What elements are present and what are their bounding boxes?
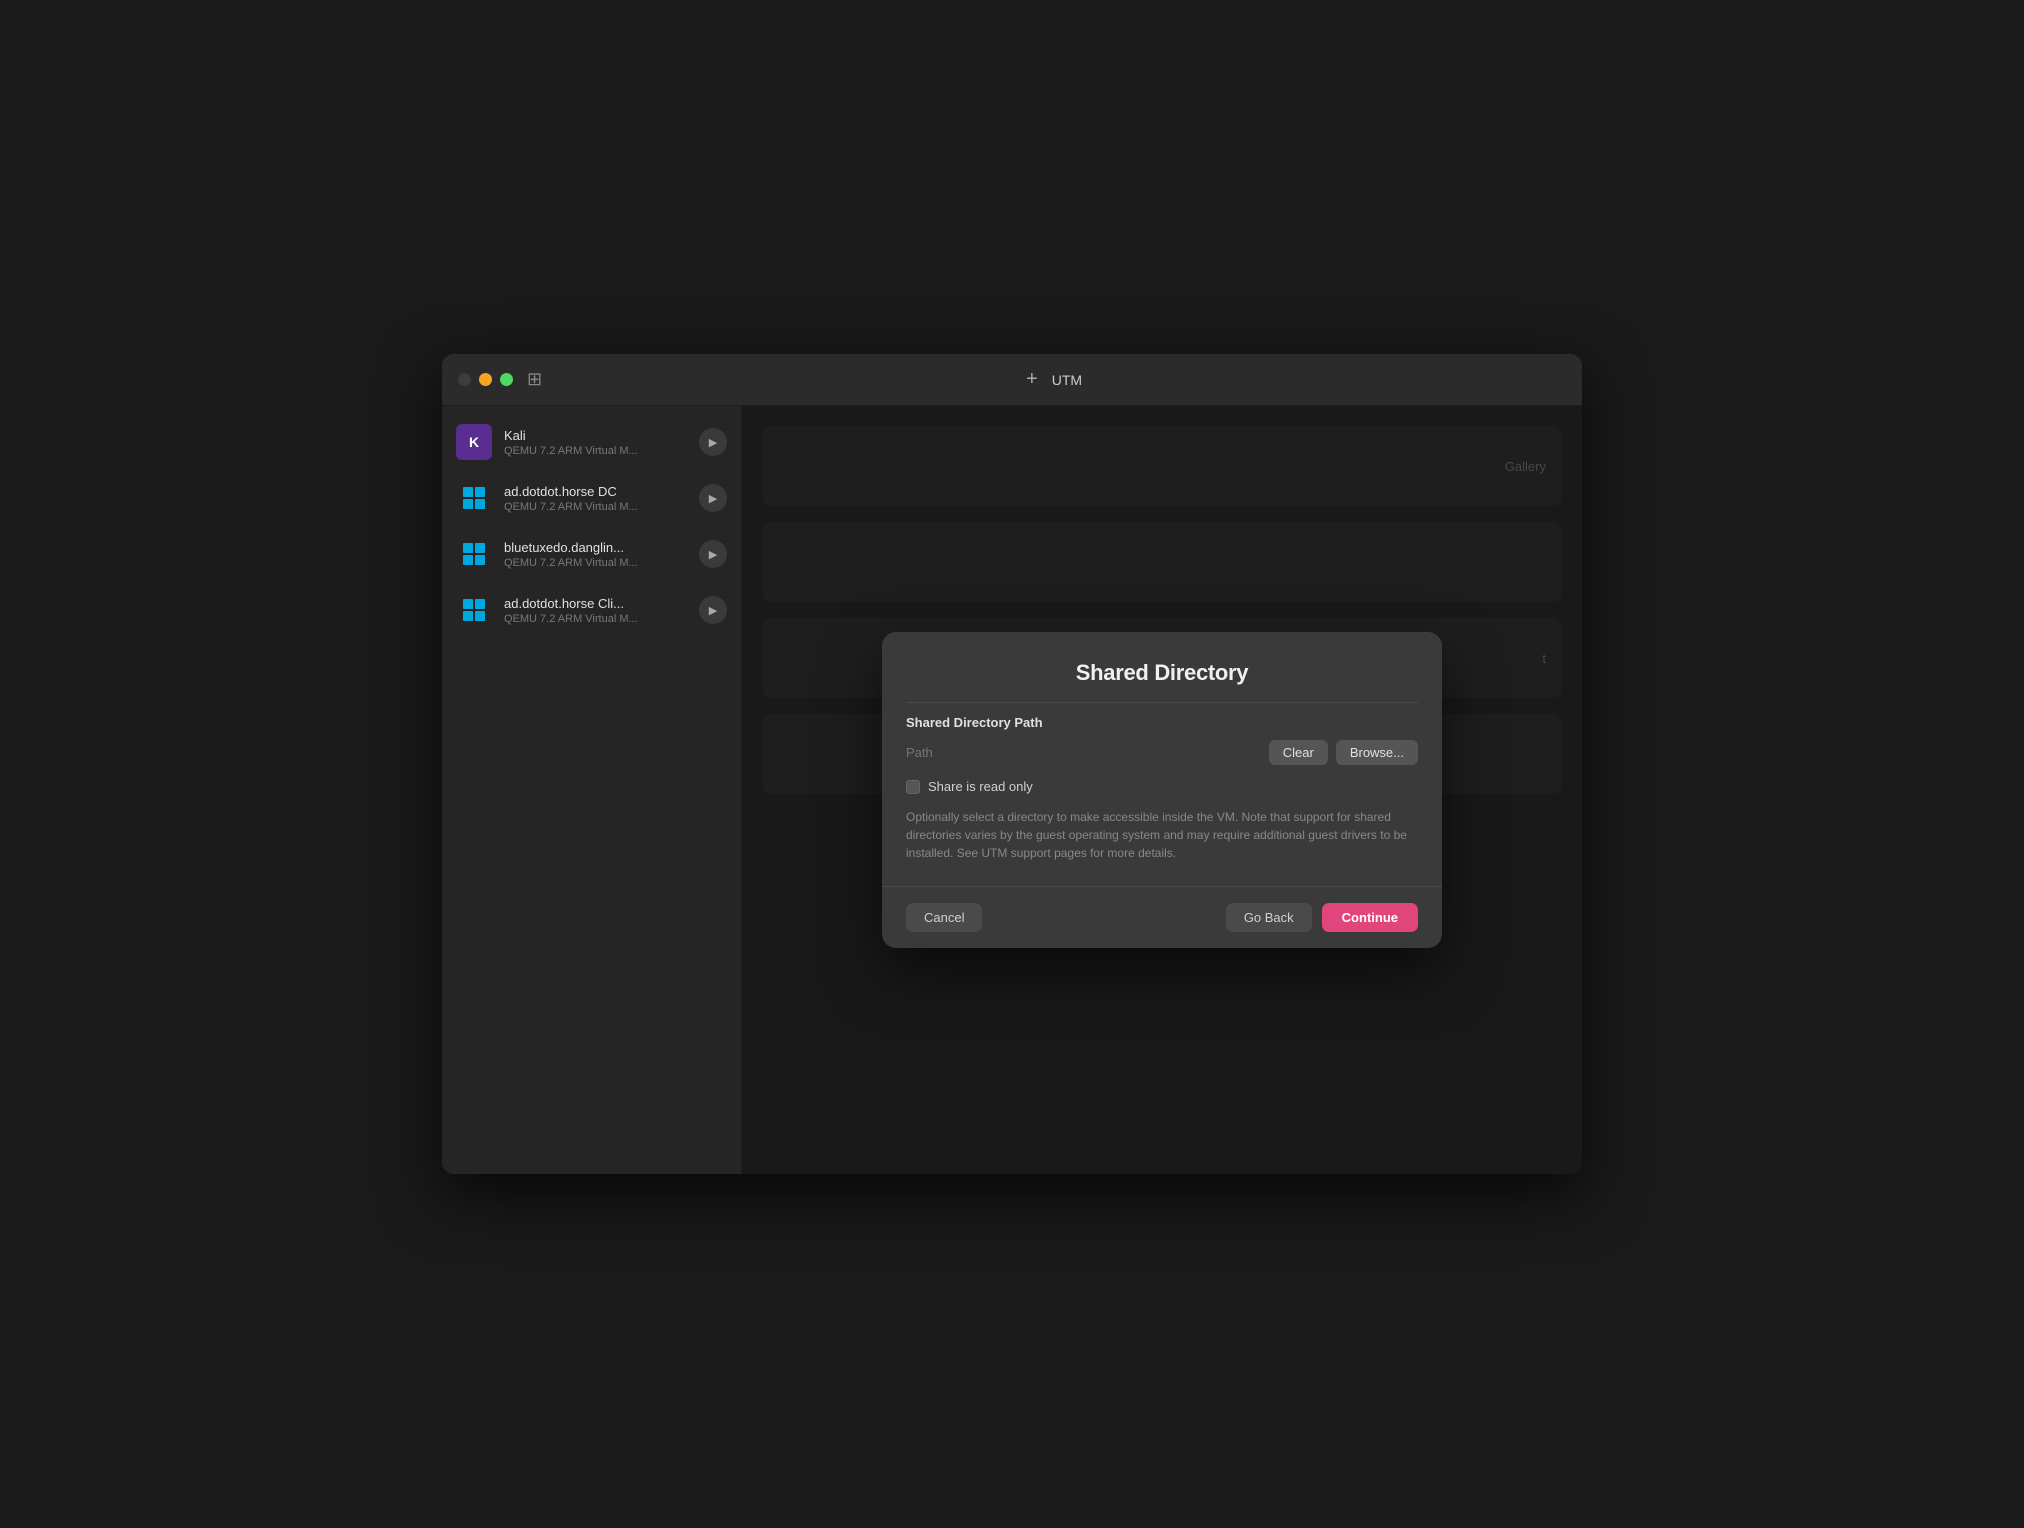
section-label: Shared Directory Path: [906, 702, 1418, 740]
vm-play-cli[interactable]: ▶: [699, 596, 727, 624]
close-button[interactable]: [458, 373, 471, 386]
clear-button[interactable]: Clear: [1269, 740, 1328, 765]
vm-name: bluetuxedo.danglin...: [504, 540, 687, 555]
checkbox-row: Share is read only: [906, 779, 1418, 794]
footer-right: Go Back Continue: [1226, 903, 1418, 932]
go-back-button[interactable]: Go Back: [1226, 903, 1312, 932]
windows-icon-bluetuxedo: [456, 536, 492, 572]
modal-overlay: Shared Directory Shared Directory Path C…: [742, 406, 1582, 1174]
vm-play-kali[interactable]: ▶: [699, 428, 727, 456]
sidebar-toggle-icon[interactable]: ⊞: [527, 369, 542, 390]
vm-name: Kali: [504, 428, 687, 443]
kali-icon: K: [456, 424, 492, 460]
main-layout: K Kali QEMU 7.2 ARM Virtual M... ▶ ad.do…: [442, 406, 1582, 1174]
modal-header: Shared Directory: [882, 632, 1442, 702]
traffic-lights: [458, 373, 513, 386]
path-row: Clear Browse...: [906, 740, 1418, 765]
content-area: Gallery t Shared Directory: [742, 406, 1582, 1174]
vm-play-bluetuxedo[interactable]: ▶: [699, 540, 727, 568]
sidebar-item-addotdot-cli[interactable]: ad.dotdot.horse Cli... QEMU 7.2 ARM Virt…: [442, 582, 741, 638]
sidebar: K Kali QEMU 7.2 ARM Virtual M... ▶ ad.do…: [442, 406, 742, 1174]
windows-icon-dc: [456, 480, 492, 516]
vm-name: ad.dotdot.horse Cli...: [504, 596, 687, 611]
sidebar-item-bluetuxedo[interactable]: bluetuxedo.danglin... QEMU 7.2 ARM Virtu…: [442, 526, 741, 582]
modal-title: Shared Directory: [906, 660, 1418, 686]
cancel-button[interactable]: Cancel: [906, 903, 982, 932]
vm-name: ad.dotdot.horse DC: [504, 484, 687, 499]
read-only-checkbox[interactable]: [906, 780, 920, 794]
vm-desc: QEMU 7.2 ARM Virtual M...: [504, 613, 687, 625]
modal-body: Shared Directory Path Clear Browse... Sh…: [882, 702, 1442, 886]
title-bar-center: + UTM: [542, 368, 1566, 391]
sidebar-item-kali[interactable]: K Kali QEMU 7.2 ARM Virtual M... ▶: [442, 414, 741, 470]
continue-button[interactable]: Continue: [1322, 903, 1418, 932]
browse-button[interactable]: Browse...: [1336, 740, 1418, 765]
shared-directory-modal: Shared Directory Shared Directory Path C…: [882, 632, 1442, 948]
title-bar: ⊞ + UTM: [442, 354, 1582, 406]
modal-description: Optionally select a directory to make ac…: [906, 808, 1418, 862]
vm-desc: QEMU 7.2 ARM Virtual M...: [504, 501, 687, 513]
app-window: ⊞ + UTM K Kali QEMU 7.2 ARM Virtual M...…: [442, 354, 1582, 1174]
vm-play-dc[interactable]: ▶: [699, 484, 727, 512]
windows-icon-cli: [456, 592, 492, 628]
minimize-button[interactable]: [479, 373, 492, 386]
add-vm-button[interactable]: +: [1026, 368, 1038, 391]
app-title: UTM: [1052, 372, 1082, 388]
path-input[interactable]: [906, 745, 1261, 760]
modal-footer: Cancel Go Back Continue: [882, 886, 1442, 948]
checkbox-label: Share is read only: [928, 779, 1033, 794]
sidebar-item-addotdot-dc[interactable]: ad.dotdot.horse DC QEMU 7.2 ARM Virtual …: [442, 470, 741, 526]
vm-desc: QEMU 7.2 ARM Virtual M...: [504, 557, 687, 569]
vm-desc: QEMU 7.2 ARM Virtual M...: [504, 445, 687, 457]
maximize-button[interactable]: [500, 373, 513, 386]
